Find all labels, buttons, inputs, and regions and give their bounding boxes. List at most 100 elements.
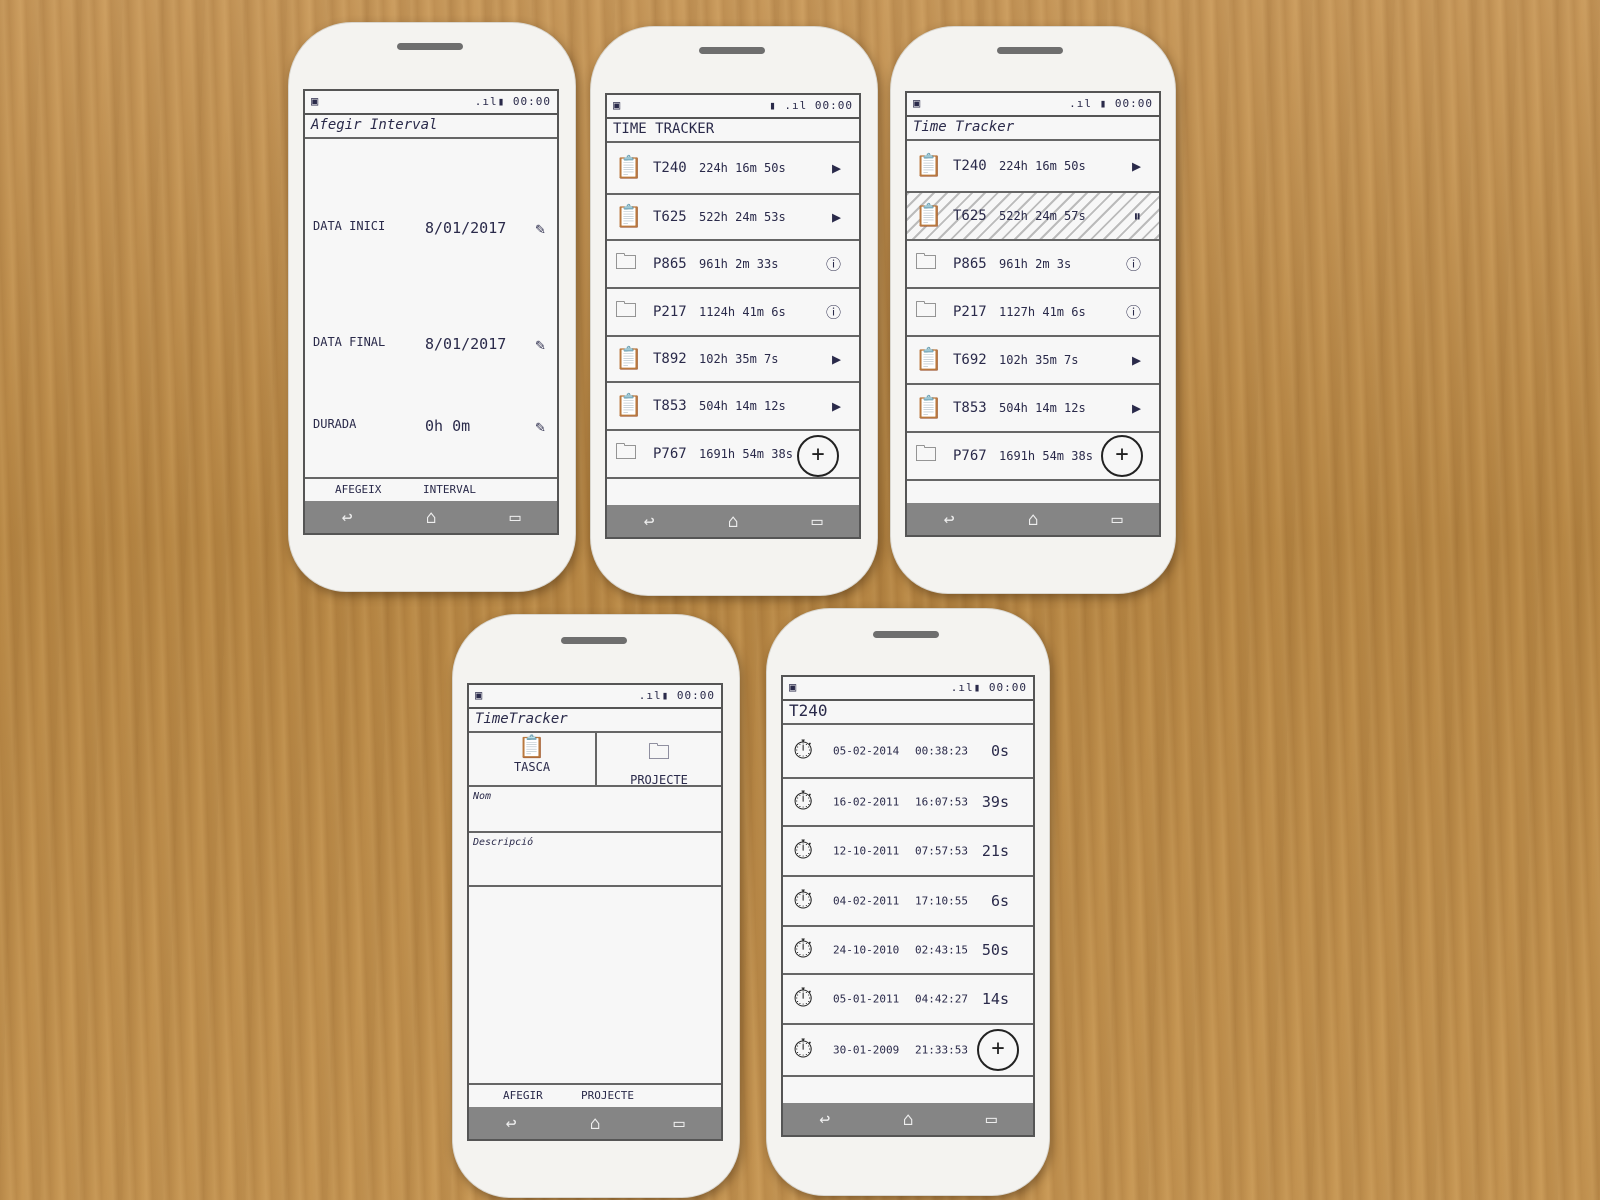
- home-icon[interactable]: ⌂: [903, 1109, 914, 1130]
- list-item[interactable]: 🗀 P217 1124h 41m 6s ⓘ: [607, 289, 859, 337]
- task-icon: 📋: [915, 347, 943, 373]
- recent-apps-icon[interactable]: ▭: [986, 1109, 997, 1130]
- name-field[interactable]: Nom: [469, 787, 721, 833]
- list-item-active[interactable]: 📋 T625 522h 24m 57s ⏸: [907, 193, 1159, 241]
- signal-clock: .ıl▮ 00:00: [638, 689, 715, 702]
- signal-clock: ▮ .ıl 00:00: [769, 99, 853, 112]
- signal-clock: .ıl▮ 00:00: [950, 681, 1027, 694]
- app-icon: ▣: [613, 98, 621, 112]
- interval-date: 24-10-2010: [833, 943, 900, 957]
- add-button[interactable]: +: [1101, 435, 1143, 477]
- play-icon[interactable]: ▶: [832, 350, 841, 368]
- info-icon[interactable]: ⓘ: [1126, 254, 1141, 275]
- item-time: 1691h 54m 38s: [699, 447, 793, 461]
- add-button[interactable]: AFEGIR: [503, 1089, 543, 1102]
- home-icon[interactable]: ⌂: [1028, 509, 1039, 530]
- play-icon[interactable]: ▶: [1132, 351, 1141, 369]
- add-button[interactable]: +: [797, 435, 839, 477]
- clock-icon: ⏱: [793, 934, 814, 965]
- project-icon: 🗀: [915, 442, 938, 467]
- pen-icon[interactable]: ✎: [535, 417, 545, 436]
- item-time: 961h 2m 3s: [999, 257, 1072, 271]
- list-item[interactable]: 📋 T853 504h 14m 12s ▶: [907, 385, 1159, 433]
- play-icon[interactable]: ▶: [832, 159, 841, 177]
- status-bar: ▣ .ıl ▮ 00:00: [907, 93, 1159, 117]
- item-time: 224h 16m 50s: [999, 159, 1086, 173]
- nav-bar: ↩ ⌂ ▭: [907, 503, 1159, 535]
- list-item[interactable]: 📋 T892 102h 35m 7s ▶: [607, 337, 859, 383]
- project-button[interactable]: PROJECTE: [581, 1089, 634, 1102]
- phone-add-interval: ▣ .ıl▮ 00:00 Afegir Interval DATA INICI …: [288, 22, 576, 592]
- info-icon[interactable]: ⓘ: [826, 254, 841, 275]
- item-name: P767: [953, 448, 987, 464]
- interval-date: 12-10-2011: [833, 844, 900, 858]
- list-item[interactable]: 📋 T240 224h 16m 50s ▶: [607, 143, 859, 195]
- tab-task[interactable]: 📋 TASCA: [469, 733, 597, 787]
- recent-apps-icon[interactable]: ▭: [812, 511, 823, 532]
- home-icon[interactable]: ⌂: [728, 511, 739, 532]
- field-start-date[interactable]: DATA INICI 8/01/2017 ✎: [313, 219, 549, 243]
- list-item[interactable]: 📋 T240 224h 16m 50s ▶: [907, 141, 1159, 193]
- interval-duration: 39s: [981, 793, 1009, 811]
- field-end-date[interactable]: DATA FINAL 8/01/2017 ✎: [313, 335, 549, 359]
- list-item[interactable]: 🗀 P217 1127h 41m 6s ⓘ: [907, 289, 1159, 337]
- action-bar: AFEGIR PROJECTE: [469, 1083, 721, 1107]
- item-time: 961h 2m 33s: [699, 257, 779, 271]
- app-icon: ▣: [789, 680, 797, 694]
- tab-label: TASCA: [513, 760, 551, 774]
- project-icon: 🗀: [615, 250, 638, 275]
- status-bar: ▣ .ıl▮ 00:00: [783, 677, 1033, 701]
- status-bar: ▣ .ıl▮ 00:00: [469, 685, 721, 709]
- field-duration[interactable]: DURADA 0h 0m ✎: [313, 417, 549, 441]
- play-icon[interactable]: ▶: [832, 208, 841, 226]
- list-item[interactable]: 📋 T625 522h 24m 53s ▶: [607, 195, 859, 241]
- list-item[interactable]: 🗀 P865 961h 2m 3s ⓘ: [907, 241, 1159, 289]
- phone-speaker: [561, 637, 627, 644]
- interval-duration: 6s: [990, 892, 1009, 910]
- list-item[interactable]: 🗀 P865 961h 2m 33s ⓘ: [607, 241, 859, 289]
- item-time: 522h 24m 53s: [699, 210, 786, 224]
- page-title: Time Tracker: [907, 115, 1159, 141]
- app-icon: ▣: [311, 94, 319, 108]
- recent-apps-icon[interactable]: ▭: [1112, 509, 1123, 530]
- info-icon[interactable]: ⓘ: [826, 302, 841, 323]
- description-field[interactable]: Descripció: [469, 833, 721, 887]
- home-icon[interactable]: ⌂: [426, 507, 437, 528]
- status-bar: ▣ ▮ .ıl 00:00: [607, 95, 859, 119]
- pen-icon[interactable]: ✎: [535, 335, 545, 354]
- recent-apps-icon[interactable]: ▭: [510, 507, 521, 528]
- back-icon[interactable]: ↩: [944, 509, 955, 530]
- pen-icon[interactable]: ✎: [535, 219, 545, 238]
- list-item[interactable]: 📋 T692 102h 35m 7s ▶: [907, 337, 1159, 385]
- back-icon[interactable]: ↩: [342, 507, 353, 528]
- field-label: Descripció: [473, 837, 534, 848]
- pause-icon[interactable]: ⏸: [1133, 207, 1141, 225]
- info-icon[interactable]: ⓘ: [1126, 302, 1141, 323]
- interval-row: ⏱ 24-10-2010 02:43:15 50s: [783, 927, 1033, 975]
- add-button[interactable]: +: [977, 1029, 1019, 1071]
- task-icon: 📋: [615, 346, 643, 372]
- recent-apps-icon[interactable]: ▭: [674, 1113, 685, 1134]
- app-icon: ▣: [913, 96, 921, 110]
- interval-duration: 50s: [981, 941, 1009, 959]
- tab-project[interactable]: 🗀 PROJECTE: [597, 733, 721, 787]
- back-icon[interactable]: ↩: [644, 511, 655, 532]
- item-name: T892: [653, 351, 687, 367]
- interval-button[interactable]: INTERVAL: [423, 483, 476, 496]
- item-time: 504h 14m 12s: [699, 399, 786, 413]
- tab-label: PROJECTE: [630, 773, 688, 787]
- back-icon[interactable]: ↩: [506, 1113, 517, 1134]
- item-name: P865: [653, 256, 687, 272]
- back-icon[interactable]: ↩: [819, 1109, 830, 1130]
- play-icon[interactable]: ▶: [832, 397, 841, 415]
- item-name: T240: [653, 160, 687, 176]
- add-button[interactable]: AFEGEIX: [335, 483, 381, 496]
- action-bar: AFEGEIX INTERVAL: [305, 477, 557, 501]
- list-item[interactable]: 📋 T853 504h 14m 12s ▶: [607, 383, 859, 431]
- play-icon[interactable]: ▶: [1132, 157, 1141, 175]
- project-icon: 🗀: [615, 298, 638, 323]
- home-icon[interactable]: ⌂: [590, 1113, 601, 1134]
- item-time: 224h 16m 50s: [699, 161, 786, 175]
- status-bar: ▣ .ıl▮ 00:00: [305, 91, 557, 115]
- play-icon[interactable]: ▶: [1132, 399, 1141, 417]
